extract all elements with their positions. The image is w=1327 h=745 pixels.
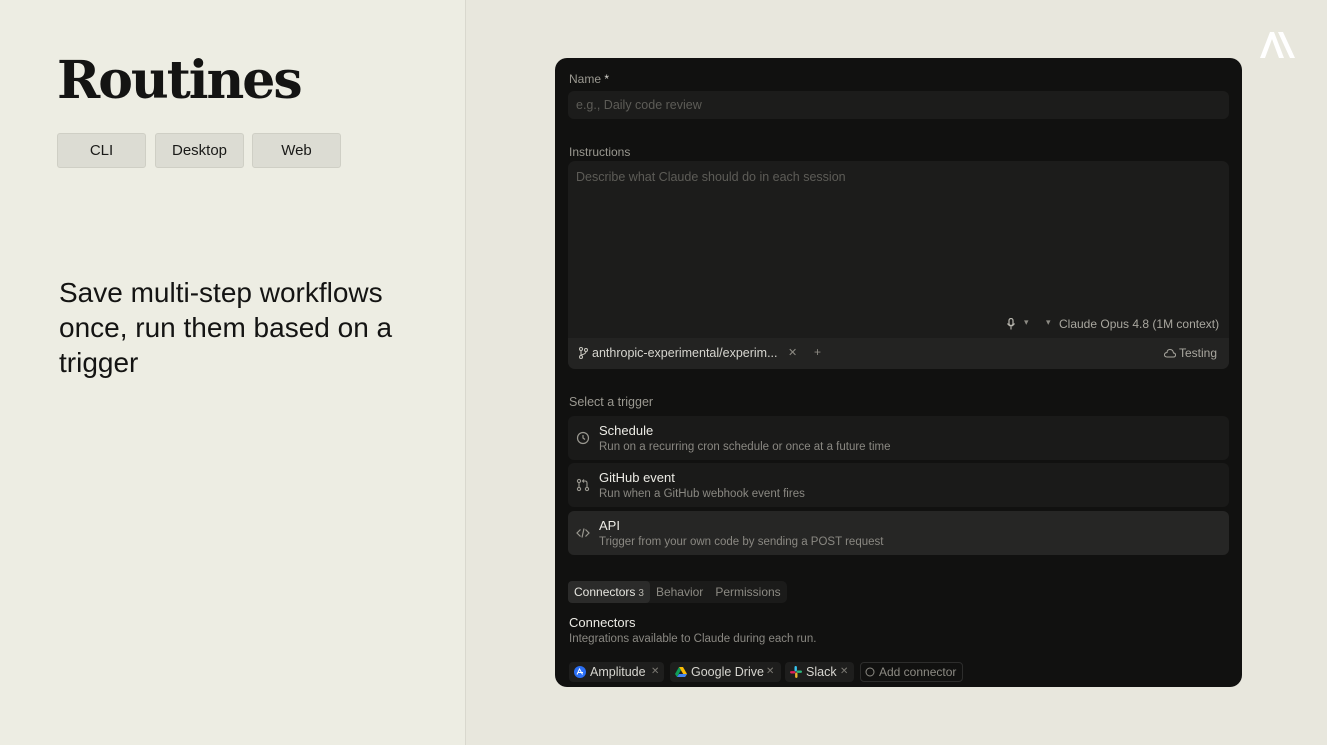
tab-permissions[interactable]: Permissions	[709, 581, 786, 603]
required-mark: *	[604, 72, 610, 86]
tab-behavior[interactable]: Behavior	[650, 581, 709, 603]
git-branch-icon	[579, 347, 588, 359]
name-label: Name *	[569, 72, 610, 86]
clock-icon	[576, 431, 590, 445]
trigger-label: Select a trigger	[569, 395, 654, 409]
repo-chip[interactable]: anthropic-experimental/experim...	[592, 346, 778, 360]
trigger-option-github-event[interactable]: GitHub event Run when a GitHub webhook e…	[568, 463, 1229, 507]
instructions-input[interactable]: Describe what Claude should do in each s…	[568, 161, 1229, 369]
environment-selector[interactable]: Testing	[1179, 346, 1217, 360]
amplitude-icon	[574, 666, 586, 678]
add-connector-label: Add connector	[879, 665, 957, 679]
microphone-icon[interactable]	[1006, 318, 1016, 330]
platform-pill-desktop: Desktop	[155, 133, 244, 168]
connector-name: Slack	[806, 665, 837, 679]
add-repo-button[interactable]: +	[814, 345, 821, 359]
chevron-down-icon[interactable]: ▾	[1024, 317, 1029, 328]
repo-bar: anthropic-experimental/experim... ✕ + Te…	[568, 338, 1229, 369]
tab-label: Connectors	[574, 585, 636, 599]
close-icon[interactable]: ✕	[788, 346, 797, 359]
model-selector[interactable]: Claude Opus 4.8 (1M context)	[1059, 317, 1219, 331]
platform-pill-cli: CLI	[57, 133, 146, 168]
trigger-description: Trigger from your own code by sending a …	[599, 536, 884, 548]
slack-icon	[790, 666, 802, 678]
routine-form-window: Name * e.g., Daily code review Instructi…	[555, 58, 1242, 687]
connectors-heading: Connectors	[569, 615, 636, 630]
tab-count-badge: 3	[638, 588, 644, 599]
git-pull-request-icon	[576, 478, 590, 492]
code-icon	[576, 528, 590, 538]
slide-left-panel: Routines CLI Desktop Web Save multi-step…	[0, 0, 466, 745]
slide-title: Routines	[57, 50, 303, 111]
trigger-option-schedule[interactable]: Schedule Run on a recurring cron schedul…	[568, 416, 1229, 460]
add-circle-icon	[865, 667, 875, 677]
close-icon[interactable]: ✕	[766, 662, 774, 682]
connector-chip-slack[interactable]: Slack ✕	[785, 662, 854, 682]
connector-name: Google Drive	[691, 665, 764, 679]
trigger-description: Run on a recurring cron schedule or once…	[599, 441, 891, 453]
google-drive-icon	[675, 667, 687, 677]
name-placeholder: e.g., Daily code review	[576, 98, 702, 112]
anthropic-logo-icon	[1260, 32, 1295, 58]
trigger-title: GitHub event	[599, 470, 675, 485]
instructions-label: Instructions	[569, 145, 631, 159]
platform-pill-web: Web	[252, 133, 341, 168]
trigger-title: API	[599, 518, 620, 533]
connector-chip-amplitude[interactable]: Amplitude ✕	[569, 662, 664, 682]
add-connector-button[interactable]: Add connector	[860, 662, 963, 682]
close-icon[interactable]: ✕	[840, 662, 848, 682]
slide-tagline: Save multi-step workflows once, run them…	[59, 277, 393, 378]
connector-name: Amplitude	[590, 665, 646, 679]
name-input[interactable]: e.g., Daily code review	[568, 91, 1229, 119]
connectors-description: Integrations available to Claude during …	[569, 633, 817, 645]
cloud-icon	[1164, 348, 1176, 358]
instructions-placeholder: Describe what Claude should do in each s…	[576, 170, 846, 184]
settings-tabs: Connectors 3 Behavior Permissions	[568, 581, 787, 603]
connector-chip-google-drive[interactable]: Google Drive ✕	[670, 662, 781, 682]
trigger-title: Schedule	[599, 423, 654, 438]
tab-connectors[interactable]: Connectors 3	[568, 581, 650, 603]
trigger-option-api[interactable]: API Trigger from your own code by sendin…	[568, 511, 1229, 555]
trigger-description: Run when a GitHub webhook event fires	[599, 488, 805, 500]
close-icon[interactable]: ✕	[651, 662, 659, 682]
model-chevron-icon[interactable]: ▾	[1046, 317, 1051, 328]
